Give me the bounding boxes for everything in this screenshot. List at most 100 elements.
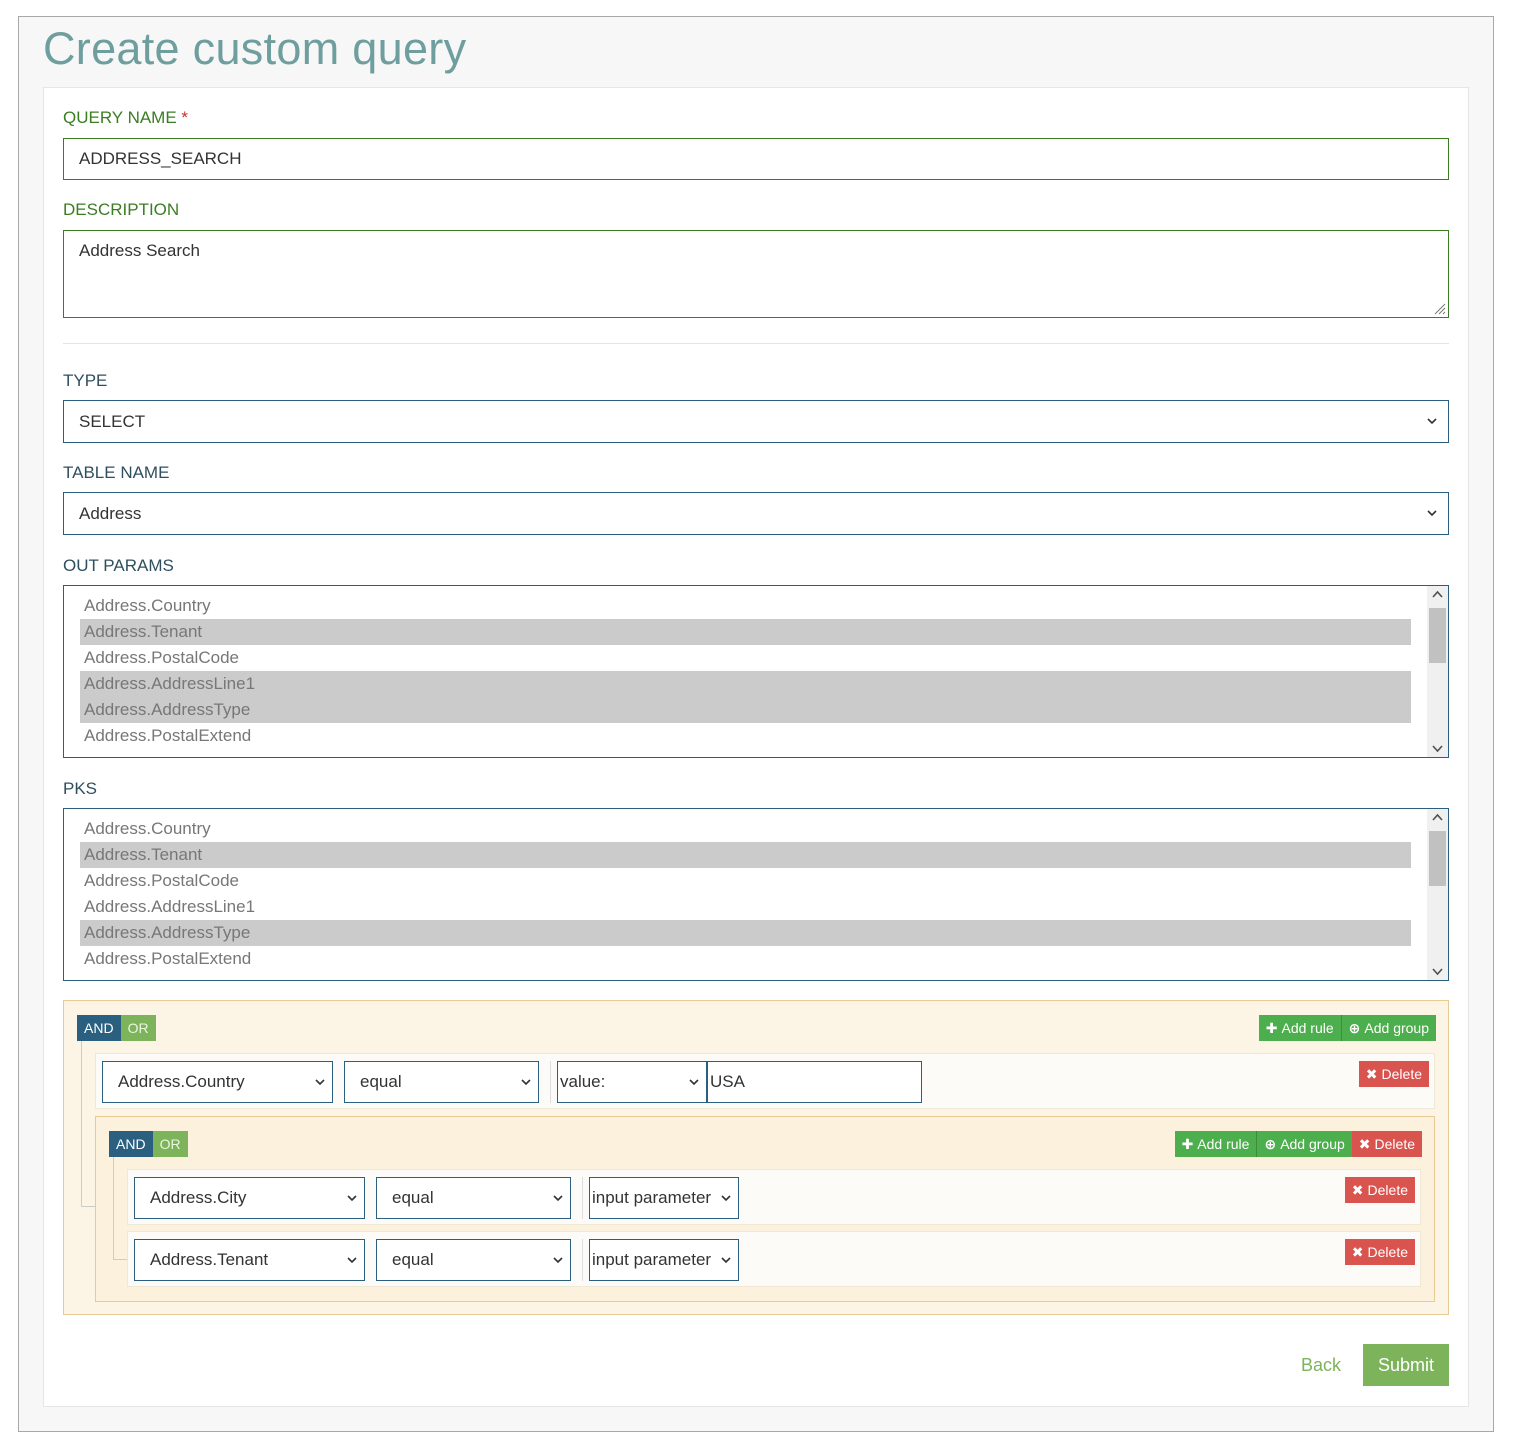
chevron-down-icon bbox=[720, 1254, 732, 1266]
query-builder-root-group: AND OR ✚ Add rule ⊕ Add group Address.Coun… bbox=[63, 1000, 1449, 1315]
rule-separator bbox=[582, 1239, 583, 1281]
chevron-down-icon bbox=[314, 1076, 326, 1088]
scrollbar[interactable] bbox=[1427, 586, 1448, 757]
list-option[interactable]: Address.PostalCode bbox=[80, 645, 1411, 671]
out-params-multiselect[interactable]: Address.Country Address.Tenant Address.P… bbox=[63, 585, 1449, 758]
divider bbox=[63, 343, 1449, 344]
condition-toggle: AND OR bbox=[77, 1015, 156, 1041]
rule-field-select[interactable]: Address.City bbox=[134, 1177, 365, 1219]
list-option[interactable]: Address.AddressLine1 bbox=[80, 671, 1411, 697]
group-actions: ✚ Add rule ⊕ Add group bbox=[1258, 1015, 1436, 1041]
remove-icon: ✖ bbox=[1351, 1244, 1364, 1260]
rule-operator-value: equal bbox=[392, 1188, 434, 1207]
scroll-down-icon[interactable] bbox=[1427, 739, 1448, 757]
add-group-label: Add group bbox=[1364, 1020, 1429, 1036]
and-button[interactable]: AND bbox=[77, 1015, 121, 1041]
add-group-label: Add group bbox=[1280, 1136, 1345, 1152]
chevron-down-icon bbox=[346, 1254, 358, 1266]
type-select-value: SELECT bbox=[79, 412, 146, 431]
delete-group-button[interactable]: ✖ Delete bbox=[1351, 1131, 1422, 1157]
or-button[interactable]: OR bbox=[120, 1015, 156, 1041]
resize-grip-icon[interactable] bbox=[1432, 301, 1446, 315]
list-option[interactable]: Address.AddressLine1 bbox=[80, 894, 1411, 920]
plus-icon: ✚ bbox=[1265, 1020, 1278, 1036]
rule-value-type-select[interactable]: input parameter bbox=[589, 1239, 739, 1281]
rule-operator-value: equal bbox=[392, 1250, 434, 1269]
plus-circle-icon: ⊕ bbox=[1264, 1136, 1277, 1152]
or-button[interactable]: OR bbox=[152, 1131, 188, 1157]
scroll-up-icon[interactable] bbox=[1427, 809, 1448, 827]
pks-multiselect[interactable]: Address.Country Address.Tenant Address.P… bbox=[63, 808, 1449, 981]
list-option[interactable]: Address.AddressType bbox=[80, 920, 1411, 946]
add-rule-label: Add rule bbox=[1197, 1136, 1250, 1152]
chevron-down-icon bbox=[552, 1254, 564, 1266]
rule-value-input[interactable]: USA bbox=[707, 1061, 922, 1103]
rule-row: Address.Tenant equal input parameter ✖ De… bbox=[127, 1231, 1421, 1287]
chevron-down-icon bbox=[720, 1192, 732, 1204]
page-title: Create custom query bbox=[43, 23, 467, 74]
add-rule-label: Add rule bbox=[1281, 1020, 1334, 1036]
scrollbar[interactable] bbox=[1427, 809, 1448, 980]
rule-operator-select[interactable]: equal bbox=[376, 1177, 571, 1219]
rule-operator-value: equal bbox=[360, 1072, 402, 1091]
chevron-down-icon bbox=[1426, 507, 1438, 519]
page-frame: Create custom query QUERY NAME * ADDRESS… bbox=[18, 16, 1494, 1432]
description-textarea[interactable]: Address Search bbox=[63, 230, 1449, 318]
pks-options: Address.Country Address.Tenant Address.P… bbox=[80, 816, 1411, 972]
table-name-label: TABLE NAME bbox=[63, 463, 170, 482]
add-rule-button[interactable]: ✚ Add rule bbox=[1258, 1015, 1341, 1041]
scrollbar-thumb[interactable] bbox=[1429, 608, 1446, 663]
rule-operator-select[interactable]: equal bbox=[376, 1239, 571, 1281]
rule-field-value: Address.Country bbox=[118, 1072, 245, 1091]
add-group-button[interactable]: ⊕ Add group bbox=[1340, 1015, 1436, 1041]
delete-label: Delete bbox=[1381, 1066, 1422, 1082]
description-label: DESCRIPTION bbox=[63, 200, 180, 219]
list-option[interactable]: Address.Country bbox=[80, 593, 1411, 619]
add-group-button[interactable]: ⊕ Add group bbox=[1256, 1131, 1352, 1157]
rule-field-select[interactable]: Address.Tenant bbox=[134, 1239, 365, 1281]
tree-connector bbox=[81, 1041, 95, 1207]
rule-operator-select[interactable]: equal bbox=[344, 1061, 539, 1103]
list-option[interactable]: Address.Tenant bbox=[80, 619, 1411, 645]
list-option[interactable]: Address.AddressType bbox=[80, 697, 1411, 723]
rule-field-select[interactable]: Address.Country bbox=[102, 1061, 333, 1103]
submit-button[interactable]: Submit bbox=[1363, 1344, 1449, 1386]
list-option[interactable]: Address.Country bbox=[80, 816, 1411, 842]
list-option[interactable]: Address.PostalExtend bbox=[80, 946, 1411, 972]
out-params-options: Address.Country Address.Tenant Address.P… bbox=[80, 593, 1411, 749]
list-option[interactable]: Address.Tenant bbox=[80, 842, 1411, 868]
required-mark: * bbox=[181, 108, 189, 127]
scroll-down-icon[interactable] bbox=[1427, 962, 1448, 980]
query-name-input[interactable]: ADDRESS_SEARCH bbox=[63, 138, 1449, 180]
table-name-select[interactable]: Address bbox=[63, 492, 1449, 535]
rule-value-type-value: input parameter bbox=[592, 1250, 712, 1269]
delete-label: Delete bbox=[1367, 1182, 1408, 1198]
back-link[interactable]: Back bbox=[1301, 1354, 1341, 1376]
delete-rule-button[interactable]: ✖ Delete bbox=[1344, 1239, 1415, 1265]
list-option[interactable]: Address.PostalExtend bbox=[80, 723, 1411, 749]
scrollbar-thumb[interactable] bbox=[1429, 831, 1446, 886]
scroll-up-icon[interactable] bbox=[1427, 586, 1448, 604]
type-select[interactable]: SELECT bbox=[63, 400, 1449, 443]
delete-rule-button[interactable]: ✖ Delete bbox=[1344, 1177, 1415, 1203]
query-name-label-text: QUERY NAME bbox=[63, 108, 177, 127]
rule-field-value: Address.Tenant bbox=[150, 1250, 269, 1269]
type-label: TYPE bbox=[63, 371, 108, 390]
delete-rule-button[interactable]: ✖ Delete bbox=[1358, 1061, 1429, 1087]
rule-field-value: Address.City bbox=[150, 1188, 247, 1207]
rule-row: Address.Country equal value: USA ✖ Delete bbox=[95, 1053, 1435, 1109]
list-option[interactable]: Address.PostalCode bbox=[80, 868, 1411, 894]
rule-value-type-select[interactable]: value: bbox=[557, 1061, 707, 1103]
rule-value-type-select[interactable]: input parameter bbox=[589, 1177, 739, 1219]
add-rule-button[interactable]: ✚ Add rule bbox=[1174, 1131, 1257, 1157]
plus-circle-icon: ⊕ bbox=[1348, 1020, 1361, 1036]
query-name-label: QUERY NAME * bbox=[63, 108, 188, 128]
delete-label: Delete bbox=[1374, 1136, 1415, 1152]
query-builder-subgroup: AND OR ✚ Add rule ⊕ Add group ✖ Delete A… bbox=[95, 1116, 1435, 1302]
and-button[interactable]: AND bbox=[109, 1131, 153, 1157]
out-params-label: OUT PARAMS bbox=[63, 556, 174, 575]
condition-toggle: AND OR bbox=[109, 1131, 188, 1157]
table-name-select-value: Address bbox=[79, 504, 142, 523]
plus-icon: ✚ bbox=[1181, 1136, 1194, 1152]
chevron-down-icon bbox=[346, 1192, 358, 1204]
